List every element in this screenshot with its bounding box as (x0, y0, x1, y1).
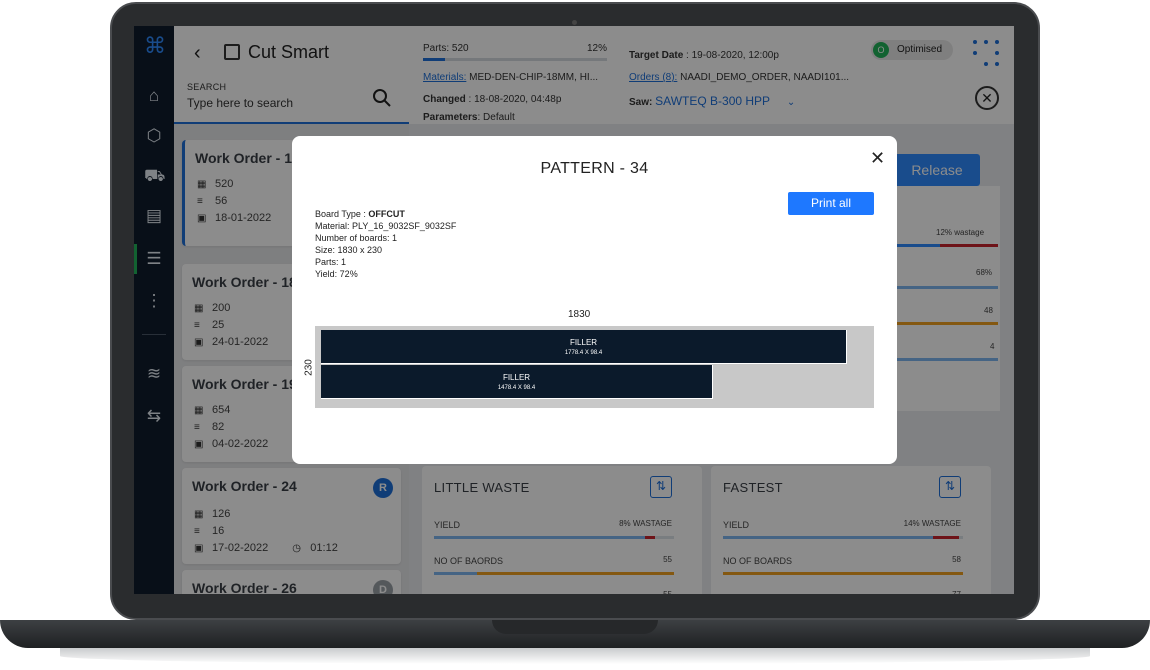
filler-piece[interactable]: FILLER 1778.4 X 98.4 (321, 330, 847, 364)
close-icon[interactable]: ✕ (870, 148, 885, 169)
laptop-camera (572, 20, 577, 25)
yield-line: Yield: 72% (315, 269, 358, 279)
piece-dimensions: 1778.4 X 98.4 (564, 350, 603, 356)
material-line: Material: PLY_16_9032SF_9032SF (315, 221, 457, 231)
board-type-line: Board Type : OFFCUT (315, 209, 405, 219)
parts-line: Parts: 1 (315, 257, 347, 267)
piece-name: FILLER (502, 373, 531, 382)
piece-dimensions: 1478.4 X 98.4 (497, 385, 536, 391)
board-type-label: Board Type : (315, 209, 369, 219)
board-type-value: OFFCUT (368, 209, 405, 219)
board-height-label: 230 (303, 359, 315, 376)
piece-name: FILLER (569, 338, 598, 347)
board-width-label: 1830 (568, 309, 591, 320)
boards-line: Number of boards: 1 (315, 233, 398, 243)
print-all-button[interactable]: Print all (788, 192, 874, 215)
modal-title: PATTERN - 34 (540, 160, 649, 177)
laptop-notch (492, 620, 658, 634)
size-line: Size: 1830 x 230 (315, 245, 383, 255)
app-screen: ⌘ ⌂ ⬡ ⛟ ▤ ☰ ⋮ ≋ ⇆ ‹ Cut Smart SEARCH Wor… (134, 26, 1014, 594)
laptop-shadow (60, 648, 1090, 664)
pattern-modal: PATTERN - 34 ✕ Print all Board Type : OF… (292, 136, 897, 464)
filler-piece[interactable]: FILLER 1478.4 X 98.4 (321, 365, 713, 399)
board-diagram: FILLER 1778.4 X 98.4 FILLER 1478.4 X 98.… (315, 326, 874, 408)
